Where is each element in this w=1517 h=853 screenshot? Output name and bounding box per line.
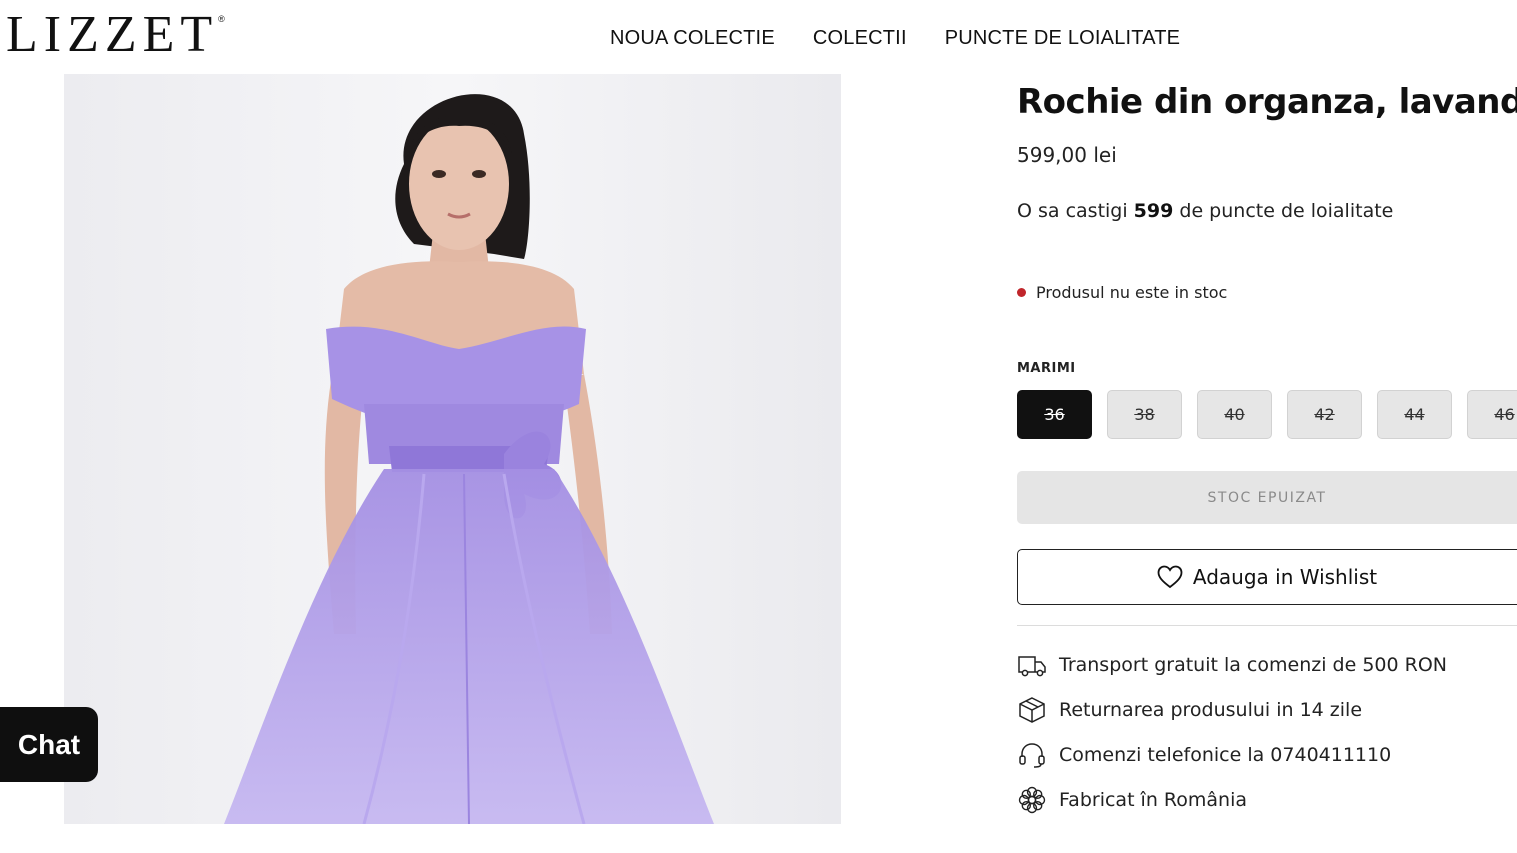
- feature-text: Transport gratuit la comenzi de 500 RON: [1059, 654, 1447, 676]
- product-title: Rochie din organza, lavanda: [1017, 82, 1517, 122]
- loyalty-points: O sa castigi 599 de puncte de loialitate: [1017, 200, 1393, 222]
- feature-phone-orders: Comenzi telefonice la 0740411110: [1017, 740, 1391, 770]
- wishlist-label: Adauga in Wishlist: [1192, 565, 1378, 589]
- truck-icon: [1017, 650, 1047, 680]
- heart-icon: [1157, 565, 1183, 589]
- stock-status-text: Produsul nu este in stoc: [1036, 283, 1228, 302]
- chat-button[interactable]: Chat: [0, 707, 98, 782]
- size-option-46[interactable]: 46: [1467, 390, 1517, 439]
- chat-label: Chat: [17, 728, 81, 760]
- headset-icon: [1017, 740, 1047, 770]
- flower-icon: [1017, 785, 1047, 815]
- sold-out-button[interactable]: STOC EPUIZAT: [1017, 471, 1517, 524]
- size-option-36[interactable]: 36: [1017, 390, 1092, 439]
- feature-returns: Returnarea produsului in 14 zile: [1017, 695, 1362, 725]
- add-to-wishlist-button[interactable]: Adauga in Wishlist: [1017, 549, 1517, 605]
- feature-text: Returnarea produsului in 14 zile: [1059, 699, 1363, 721]
- feature-text: Fabricat în România: [1059, 789, 1248, 811]
- product-price: 599,00 lei: [1017, 143, 1117, 167]
- product-photo-illustration: [64, 74, 841, 824]
- points-suffix: de puncte de loialitate: [1173, 200, 1394, 222]
- points-value: 599: [1133, 200, 1174, 222]
- logo[interactable]: LIZZET ®: [6, 8, 225, 62]
- feature-made-in-romania: Fabricat în România: [1017, 785, 1247, 815]
- package-icon: [1017, 695, 1047, 725]
- product-image[interactable]: [64, 74, 841, 824]
- nav-colectii[interactable]: COLECTII: [813, 24, 907, 52]
- divider: [1017, 625, 1517, 626]
- size-option-40[interactable]: 40: [1197, 390, 1272, 439]
- size-option-38[interactable]: 38: [1107, 390, 1182, 439]
- out-of-stock-dot-icon: [1017, 288, 1026, 297]
- feature-text: Comenzi telefonice la 0740411110: [1059, 744, 1392, 766]
- product-info: Rochie din organza, lavanda 599,00 lei O…: [1017, 0, 1517, 853]
- size-selector: 36 38 40 42 44 46: [1017, 390, 1517, 439]
- stock-status: Produsul nu este in stoc: [1017, 283, 1227, 302]
- sold-out-label: STOC EPUIZAT: [1207, 489, 1327, 506]
- nav-noua-colectie[interactable]: NOUA COLECTIE: [610, 24, 775, 52]
- size-option-44[interactable]: 44: [1377, 390, 1452, 439]
- feature-free-shipping: Transport gratuit la comenzi de 500 RON: [1017, 650, 1447, 680]
- logo-text: LIZZET: [6, 6, 219, 63]
- registered-mark: ®: [218, 14, 225, 24]
- size-option-42[interactable]: 42: [1287, 390, 1362, 439]
- points-prefix: O sa castigi: [1017, 200, 1134, 222]
- sizes-label: MARIMI: [1017, 361, 1076, 376]
